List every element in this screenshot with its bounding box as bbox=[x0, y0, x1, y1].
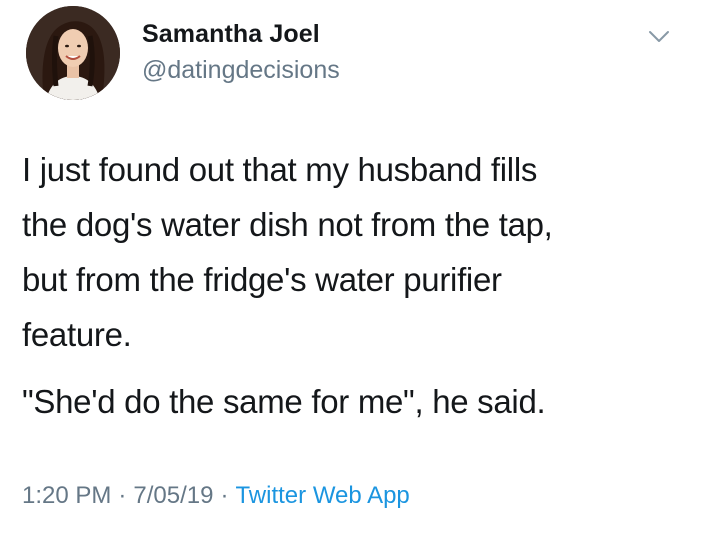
chevron-down-icon[interactable] bbox=[644, 22, 674, 52]
tweet-paragraph: "She'd do the same for me", he said. bbox=[22, 383, 546, 420]
tweet-time[interactable]: 1:20 PM bbox=[22, 482, 111, 509]
tweet-source-link[interactable]: Twitter Web App bbox=[235, 482, 409, 509]
tweet-date[interactable]: 7/05/19 bbox=[133, 482, 213, 509]
avatar[interactable] bbox=[26, 6, 120, 100]
tweet-paragraph: I just found out that my husband fills t… bbox=[22, 151, 553, 353]
tweet-text: I just found out that my husband fills t… bbox=[22, 142, 682, 429]
tweet-meta: 1:20 PM · 7/05/19 · Twitter Web App bbox=[22, 482, 410, 510]
meta-separator: · bbox=[220, 482, 229, 509]
meta-separator: · bbox=[118, 482, 127, 509]
tweet-card: Samantha Joel @datingdecisions I just fo… bbox=[0, 0, 702, 539]
author-handle[interactable]: @datingdecisions bbox=[142, 56, 340, 85]
author-name[interactable]: Samantha Joel bbox=[142, 20, 320, 49]
